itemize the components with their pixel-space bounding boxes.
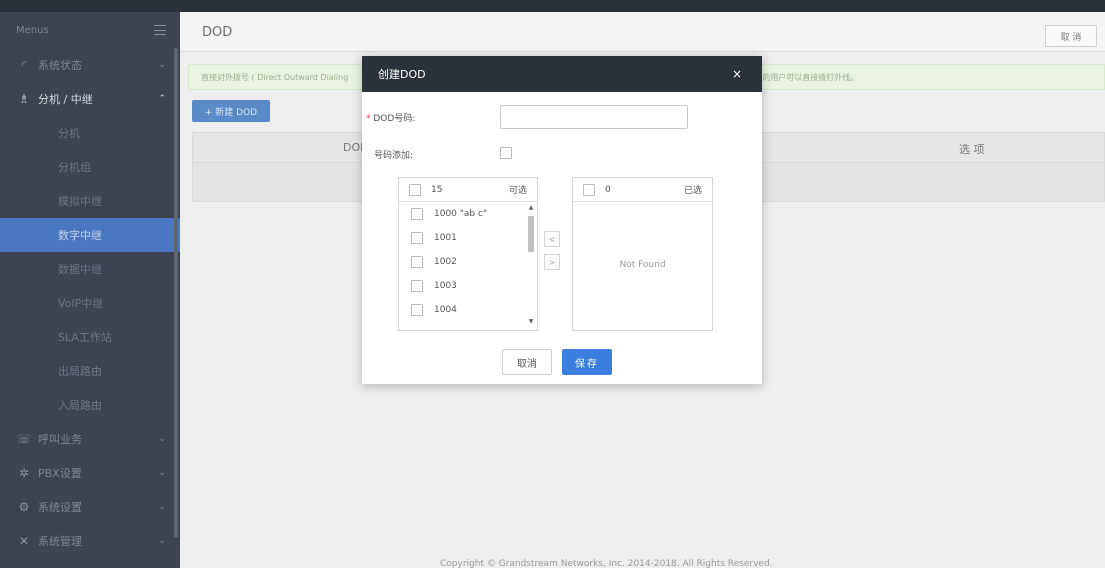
scroll-thumb[interactable] [528, 216, 534, 252]
list-item[interactable]: 1003 [399, 274, 537, 298]
selected-list: 0 已选 Not Found [572, 177, 713, 331]
item-checkbox[interactable] [411, 304, 423, 316]
scroll-up-icon[interactable]: ▲ [527, 204, 535, 212]
selected-label: 已选 [683, 186, 702, 196]
selected-list-header: 0 已选 [573, 178, 712, 202]
item-checkbox[interactable] [411, 256, 423, 268]
dialog-title: 创建DOD [378, 68, 426, 81]
dod-number-input[interactable] [500, 105, 688, 129]
number-add-checkbox[interactable] [500, 147, 512, 159]
cancel-button[interactable]: 取消 [502, 349, 552, 375]
item-checkbox[interactable] [411, 280, 423, 292]
list-item[interactable]: 1001 [399, 226, 537, 250]
available-list-header: 15 可选 [399, 178, 537, 202]
available-label: 可选 [508, 186, 527, 196]
selected-count: 0 [605, 184, 611, 195]
create-dod-dialog: 创建DOD × * DOD号码: 号码添加: 15 可选 1000 "ab c"… [362, 56, 762, 384]
move-right-button[interactable]: > [544, 254, 560, 270]
list-item[interactable]: 1004 [399, 298, 537, 322]
available-list: 15 可选 1000 "ab c" 1001 1002 1003 1004 ▲ … [398, 177, 538, 331]
number-add-label: 号码添加: [374, 151, 414, 161]
available-list-scrollbar[interactable]: ▲ ▼ [527, 204, 535, 326]
list-item[interactable]: 1000 "ab c" [399, 202, 537, 226]
required-mark: * [366, 114, 371, 124]
scroll-down-icon[interactable]: ▼ [527, 318, 535, 326]
save-button[interactable]: 保存 [562, 349, 612, 375]
dod-number-label: * DOD号码: [366, 114, 416, 124]
available-count: 15 [431, 184, 443, 195]
empty-state-text: Not Found [619, 260, 666, 270]
item-checkbox[interactable] [411, 208, 423, 220]
select-all-available-checkbox[interactable] [409, 183, 421, 196]
select-all-selected-checkbox[interactable] [583, 183, 595, 196]
close-icon[interactable]: × [732, 67, 742, 81]
list-item[interactable]: 1002 [399, 250, 537, 274]
move-left-button[interactable]: < [544, 231, 560, 247]
item-checkbox[interactable] [411, 232, 423, 244]
dialog-header: 创建DOD × [362, 56, 762, 92]
